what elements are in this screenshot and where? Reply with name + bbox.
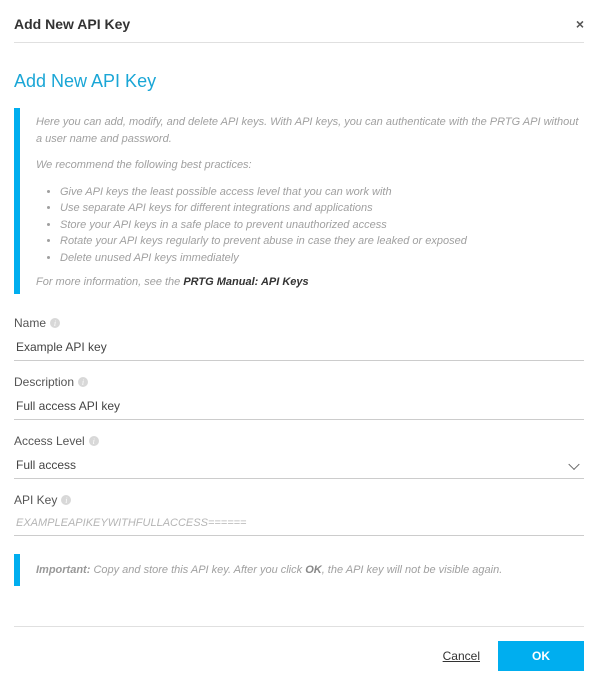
dialog-footer: Cancel OK [14,626,584,683]
list-item: Use separate API keys for different inte… [60,200,584,217]
dialog-title: Add New API Key [14,16,130,32]
form-group-description: Description i [14,375,584,420]
description-label: Description i [14,375,584,389]
important-block: Important: Copy and store this API key. … [14,554,584,586]
form-group-name: Name i [14,316,584,361]
access-level-select[interactable]: Full access [14,452,584,479]
form-group-api-key: API Key i EXAMPLEAPIKEYWITHFULLACCESS===… [14,493,584,536]
info-icon[interactable]: i [78,377,88,387]
manual-link[interactable]: PRTG Manual: API Keys [183,276,308,288]
list-item: Delete unused API keys immediately [60,250,584,267]
best-practices-list: Give API keys the least possible access … [36,184,584,267]
description-input[interactable] [14,393,584,420]
info-icon[interactable]: i [61,495,71,505]
api-key-value: EXAMPLEAPIKEYWITHFULLACCESS====== [14,511,584,536]
close-icon[interactable]: × [576,16,584,32]
name-label: Name i [14,316,584,330]
form-group-access-level: Access Level i Full access [14,434,584,479]
list-item: Give API keys the least possible access … [60,184,584,201]
access-level-label: Access Level i [14,434,584,448]
info-recommend: We recommend the following best practice… [36,157,584,174]
more-info: For more information, see the PRTG Manua… [36,276,584,288]
list-item: Rotate your API keys regularly to preven… [60,233,584,250]
info-icon[interactable]: i [50,318,60,328]
ok-button[interactable]: OK [498,641,584,671]
name-input[interactable] [14,334,584,361]
info-block: Here you can add, modify, and delete API… [14,108,584,294]
dialog-header: Add New API Key × [14,10,584,43]
section-title: Add New API Key [14,71,584,92]
cancel-button[interactable]: Cancel [443,649,480,663]
info-icon[interactable]: i [89,436,99,446]
access-level-select-wrapper: Full access [14,452,584,479]
list-item: Store your API keys in a safe place to p… [60,217,584,234]
important-text: Important: Copy and store this API key. … [36,564,584,576]
info-intro: Here you can add, modify, and delete API… [36,114,584,147]
api-key-label: API Key i [14,493,584,507]
